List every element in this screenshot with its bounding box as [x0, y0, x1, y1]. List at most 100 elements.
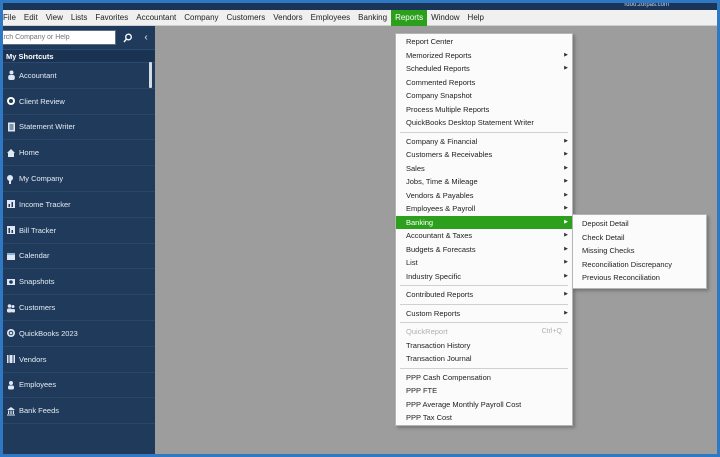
reports-menu: Report Center Memorized Reports ▶ Schedul…: [395, 33, 573, 426]
menu-item-label: Scheduled Reports: [406, 64, 470, 73]
menu-employees-payroll[interactable]: Employees & Payroll ▶: [396, 202, 572, 216]
person-icon: [6, 70, 16, 81]
shortcut-statement-writer[interactable]: Statement Writer: [3, 115, 155, 141]
menu-scheduled-reports[interactable]: Scheduled Reports ▶: [396, 62, 572, 76]
shortcut-home[interactable]: Home: [3, 140, 155, 167]
shortcut-accountant[interactable]: Accountant: [3, 63, 155, 89]
shortcut-label: My Company: [19, 174, 64, 184]
menu-item-label: Jobs, Time & Mileage: [406, 177, 478, 186]
search-row: ‹: [3, 26, 155, 49]
menu-item-label: Employees & Payroll: [406, 204, 476, 213]
company-icon: [6, 174, 16, 184]
menu-item-label: Banking: [406, 217, 434, 227]
shortcut-label: Client Review: [19, 96, 65, 106]
bill-icon: [6, 225, 16, 235]
shortcut-my-company[interactable]: My Company: [3, 166, 155, 192]
search-input[interactable]: [3, 30, 116, 45]
shortcut-label: Bank Feeds: [19, 406, 60, 416]
chevron-left-icon[interactable]: ‹: [141, 31, 151, 45]
menu-accountant-taxes[interactable]: Accountant & Taxes ▶: [396, 229, 572, 243]
shortcut-label: Statement Writer: [19, 122, 76, 132]
submenu-check-detail[interactable]: Check Detail: [573, 231, 706, 245]
menu-window[interactable]: Window: [427, 10, 463, 26]
menu-budgets-forecasts[interactable]: Budgets & Forecasts ▶: [396, 243, 572, 257]
menu-item-label: QuickReport: [406, 327, 448, 336]
quickbooks-icon: [6, 328, 16, 338]
menu-customers-receivables[interactable]: Customers & Receivables ▶: [396, 148, 572, 162]
menu-separator: [400, 131, 568, 133]
shortcut-customers[interactable]: Customers: [3, 295, 155, 321]
menu-custom-reports[interactable]: Custom Reports ▶: [396, 307, 572, 321]
shortcut-calendar[interactable]: Calendar: [3, 244, 155, 270]
menu-industry-specific[interactable]: Industry Specific ▶: [396, 270, 572, 284]
shortcut-snapshots[interactable]: Snapshots: [3, 269, 155, 296]
menu-commented-reports[interactable]: Commented Reports: [396, 76, 572, 90]
menu-bar: File Edit View Lists Favorites Accountan…: [3, 9, 717, 26]
bank-icon: [6, 406, 16, 416]
shortcut-label: Accountant: [19, 70, 57, 80]
menu-process-multiple-reports[interactable]: Process Multiple Reports: [396, 103, 572, 117]
menu-company-financial[interactable]: Company & Financial ▶: [396, 135, 572, 149]
shortcuts-list: Accountant Client Review Statement Write…: [3, 62, 155, 425]
menu-company[interactable]: Company: [180, 10, 222, 26]
menu-separator: [400, 367, 568, 369]
menu-ppp-cash-compensation[interactable]: PPP Cash Compensation: [396, 371, 572, 385]
sidebar-scrollbar[interactable]: [149, 62, 152, 88]
home-icon: [6, 148, 16, 158]
menu-ppp-tax-cost[interactable]: PPP Tax Cost: [396, 411, 572, 425]
shortcut-bill-tracker[interactable]: Bill Tracker: [3, 218, 155, 244]
icon-bar-sidebar: ‹ My Shortcuts Accountant Client Review …: [3, 26, 155, 454]
menu-file[interactable]: File: [3, 10, 20, 26]
menu-transaction-history[interactable]: Transaction History: [396, 339, 572, 353]
menu-reports[interactable]: Reports: [391, 9, 428, 26]
menu-ppp-fte[interactable]: PPP FTE: [396, 384, 572, 398]
shortcuts-header: My Shortcuts: [3, 49, 155, 63]
menu-contributed-reports[interactable]: Contributed Reports ▶: [396, 288, 572, 302]
menu-item-label: Custom Reports: [406, 308, 461, 318]
menu-item-label: Accountant & Taxes: [406, 231, 473, 240]
submenu-arrow-icon: ▶: [564, 51, 568, 58]
menu-view[interactable]: View: [42, 10, 67, 26]
shortcuts-header-label: My Shortcuts: [6, 52, 54, 61]
search-icon[interactable]: [121, 31, 135, 45]
menu-favorites[interactable]: Favorites: [91, 10, 132, 26]
menu-separator: [400, 285, 568, 286]
submenu-previous-reconciliation[interactable]: Previous Reconciliation: [573, 271, 706, 285]
menu-customers[interactable]: Customers: [223, 10, 270, 26]
menu-item-label: Memorized Reports: [406, 50, 472, 60]
menu-item-label: Vendors & Payables: [406, 190, 474, 200]
menu-banking[interactable]: Banking: [354, 10, 391, 26]
menu-list[interactable]: List ▶: [396, 256, 572, 270]
menu-accountant[interactable]: Accountant: [132, 10, 180, 26]
shortcut-income-tracker[interactable]: Income Tracker: [3, 192, 155, 218]
menu-item-label: Industry Specific: [406, 271, 462, 281]
menu-help[interactable]: Help: [464, 10, 488, 26]
menu-vendors[interactable]: Vendors: [269, 10, 306, 26]
shortcut-client-review[interactable]: Client Review: [3, 89, 155, 115]
menu-ppp-average-payroll-cost[interactable]: PPP Average Monthly Payroll Cost: [396, 398, 572, 412]
menu-employees[interactable]: Employees: [307, 10, 355, 26]
menu-company-snapshot[interactable]: Company Snapshot: [396, 89, 572, 103]
submenu-reconciliation-discrepancy[interactable]: Reconciliation Discrepancy: [573, 258, 706, 272]
submenu-arrow-icon: ▶: [564, 218, 568, 225]
shortcut-bank-feeds[interactable]: Bank Feeds: [3, 398, 155, 425]
shortcut-vendors[interactable]: Vendors: [3, 347, 155, 373]
menu-vendors-payables[interactable]: Vendors & Payables ▶: [396, 189, 572, 203]
menu-memorized-reports[interactable]: Memorized Reports ▶: [396, 49, 572, 63]
menu-statement-writer[interactable]: QuickBooks Desktop Statement Writer: [396, 116, 572, 130]
menu-banking[interactable]: Banking ▶: [396, 215, 572, 229]
submenu-deposit-detail[interactable]: Deposit Detail: [573, 217, 706, 231]
menu-item-label: Budgets & Forecasts: [406, 244, 476, 254]
submenu-arrow-icon: ▶: [564, 309, 568, 316]
tracker-icon: [6, 199, 16, 209]
submenu-missing-checks[interactable]: Missing Checks: [573, 244, 706, 258]
menu-edit[interactable]: Edit: [20, 10, 42, 26]
menu-sales[interactable]: Sales ▶: [396, 162, 572, 176]
menu-lists[interactable]: Lists: [67, 10, 91, 26]
menu-report-center[interactable]: Report Center: [396, 35, 572, 49]
menu-jobs-time-mileage[interactable]: Jobs, Time & Mileage ▶: [396, 175, 572, 189]
menu-transaction-journal[interactable]: Transaction Journal: [396, 352, 572, 366]
shortcut-quickbooks-2023[interactable]: QuickBooks 2023: [3, 321, 155, 347]
employees-icon: [6, 380, 16, 390]
shortcut-employees[interactable]: Employees: [3, 373, 155, 399]
